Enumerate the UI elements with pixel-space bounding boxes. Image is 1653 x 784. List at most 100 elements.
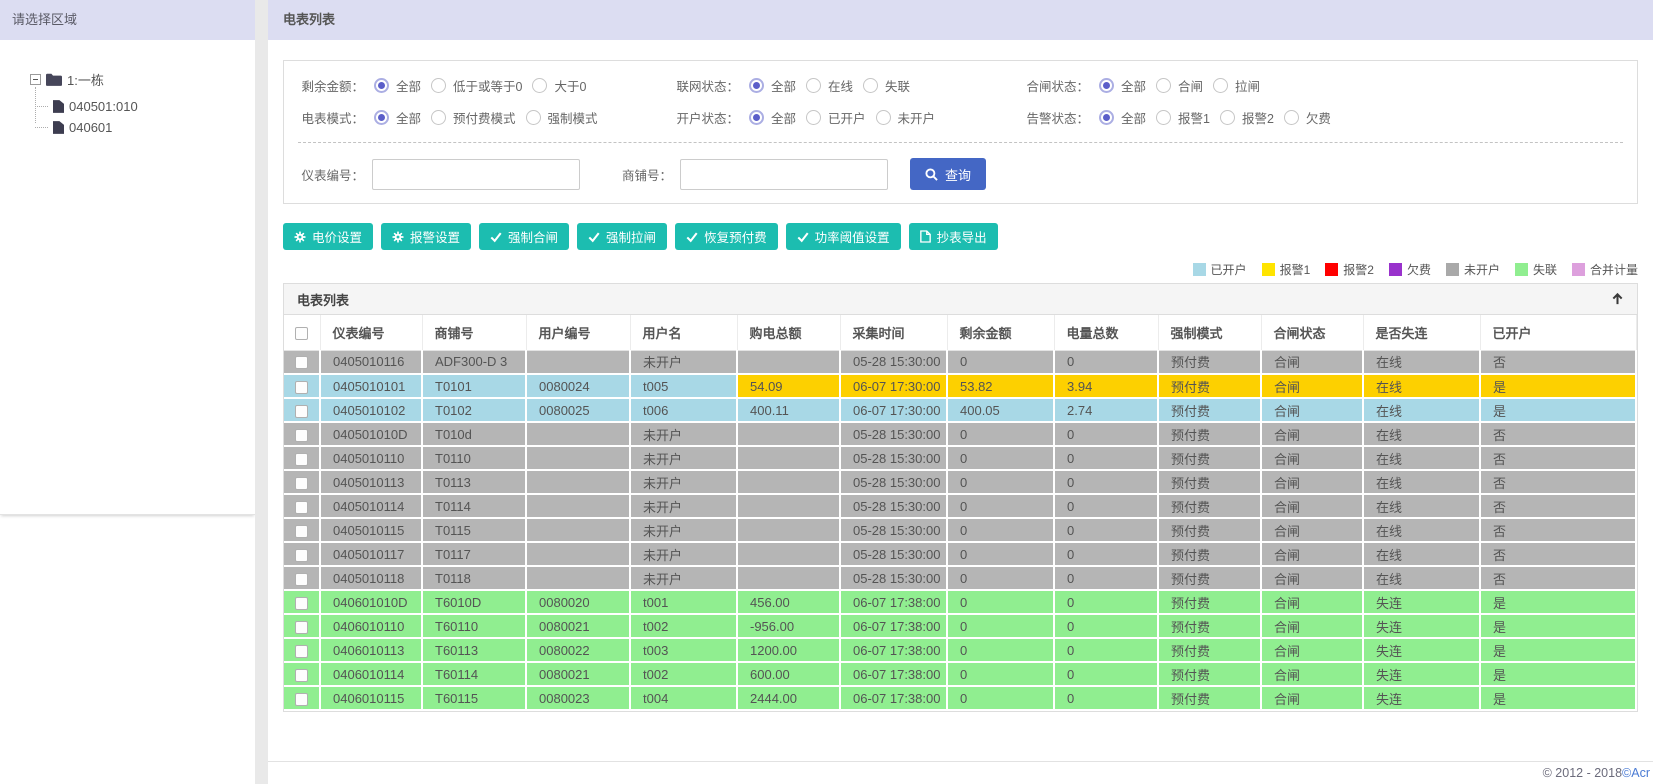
price-settings-button[interactable]: 电价设置 [283,223,374,250]
brand-link[interactable]: ©Acr [1622,766,1650,780]
query-button-label: 查询 [945,167,972,183]
radio-button-icon[interactable] [1156,110,1172,125]
restore-prepaid-button[interactable]: 恢复预付费 [675,223,778,250]
radio-button-icon[interactable] [1156,78,1172,93]
force-close-button[interactable]: 强制合闸 [479,223,570,250]
radio-option[interactable]: 欠费 [1283,108,1331,127]
check-icon [588,231,600,243]
radio-button-icon[interactable] [1213,78,1229,93]
tree-root-node[interactable]: 1:一栋 [30,70,255,89]
table-panel-header: 电表列表 [284,284,1637,315]
radio-button-icon[interactable] [525,110,541,125]
row-checkbox[interactable] [295,596,308,610]
radio-option[interactable]: 报警1 [1156,108,1210,127]
radio-button-icon[interactable] [374,78,389,93]
radio-option[interactable]: 合闸 [1156,76,1203,95]
radio-button-icon[interactable] [532,78,548,93]
table-cell: T6010D [422,590,527,615]
table-cell: 06-07 17:30:00 [840,374,948,399]
table-cell [737,470,841,495]
alarm-settings-button[interactable]: 报警设置 [381,223,472,250]
select-all-checkbox[interactable] [295,326,309,340]
radio-button-icon[interactable] [1283,110,1299,125]
radio-option[interactable]: 已开户 [806,108,866,127]
table-cell: 05-28 15:30:00 [840,470,948,495]
radio-button-icon[interactable] [431,78,447,93]
table-cell: 0 [947,494,1055,519]
radio-option[interactable]: 失联 [863,76,910,95]
tree-node-label[interactable]: 040601 [69,120,112,135]
radio-button-icon[interactable] [1099,78,1114,93]
query-button[interactable]: 查询 [910,158,987,190]
row-checkbox[interactable] [295,668,308,682]
tree-connector [35,127,48,128]
row-checkbox[interactable] [295,356,308,370]
tree-node[interactable]: 040501:010 [35,99,255,114]
radio-option[interactable]: 全部 [1099,108,1146,127]
tree-node[interactable]: 040601 [35,120,255,135]
table-cell: 在线 [1363,518,1481,543]
table-cell: 0080021 [526,662,631,687]
radio-option[interactable]: 强制模式 [525,108,598,127]
radio-option[interactable]: 全部 [749,108,796,127]
force-trip-button[interactable]: 强制拉闸 [577,223,668,250]
filter-group-remaining-amount: 剩余金额： 全部 低于或等于0 大于0 [284,76,659,95]
meter-no-input[interactable] [372,158,580,190]
row-checkbox[interactable] [295,620,308,634]
radio-option[interactable]: 预付费模式 [431,108,516,127]
row-checkbox[interactable] [295,572,308,586]
power-threshold-button[interactable]: 功率阈值设置 [785,223,901,250]
collapse-toggle-icon[interactable] [30,74,41,85]
row-checkbox[interactable] [295,548,308,562]
row-checkbox[interactable] [295,644,308,658]
tree-node-label[interactable]: 040501:010 [69,99,138,114]
radio-button-icon[interactable] [749,110,764,125]
radio-button-icon[interactable] [875,110,891,125]
table-cell: 合闸 [1261,566,1364,591]
row-checkbox[interactable] [295,404,308,418]
row-checkbox[interactable] [295,428,308,442]
radio-button-icon[interactable] [863,78,879,93]
radio-button-icon[interactable] [806,110,822,125]
table-cell: t002 [630,662,738,687]
legend-swatch [1192,263,1206,276]
radio-button-icon[interactable] [1099,110,1114,125]
row-checkbox[interactable] [295,692,308,706]
radio-option[interactable]: 全部 [749,76,796,95]
shop-no-input[interactable] [680,158,889,190]
radio-option[interactable]: 在线 [806,76,853,95]
radio-option-label: 失联 [885,80,911,94]
radio-button-icon[interactable] [806,78,822,93]
table-cell: 预付费 [1158,518,1262,543]
tree-connector [35,106,48,107]
tree-root-label[interactable]: 1:一栋 [67,70,104,89]
radio-option[interactable]: 报警2 [1219,108,1274,127]
radio-option[interactable]: 未开户 [875,108,935,127]
radio-option[interactable]: 低于或等于0 [431,76,522,95]
radio-button-icon[interactable] [431,110,447,125]
radio-option[interactable]: 大于0 [532,76,586,95]
file-icon [919,230,931,243]
filter-group-valve-status: 合闸状态： 全部 合闸 拉闸 [1009,76,1637,95]
radio-option[interactable]: 全部 [374,108,421,127]
row-checkbox[interactable] [295,452,308,466]
radio-option[interactable]: 全部 [1099,76,1146,95]
radio-button-icon[interactable] [1219,110,1235,125]
table-cell: 否 [1480,422,1637,447]
column-header: 电量总数 [1054,315,1159,351]
action-button-label: 电价设置 [312,231,363,245]
table-row: 040501010D T010d 未开户 05-28 15:30:00 0 0 预付费 合闸在… [284,422,1637,447]
row-checkbox[interactable] [295,524,308,538]
action-button-label: 功率阈值设置 [814,231,890,245]
meter-export-button[interactable]: 抄表导出 [908,223,998,250]
legend-item: 合并计量 [1571,261,1638,278]
legend-item: 报警1 [1261,261,1310,278]
radio-option[interactable]: 拉闸 [1213,76,1260,95]
row-checkbox[interactable] [295,500,308,514]
scroll-top-icon[interactable] [1611,292,1624,306]
row-checkbox[interactable] [295,380,308,394]
radio-button-icon[interactable] [374,110,389,125]
radio-button-icon[interactable] [749,78,764,93]
row-checkbox[interactable] [295,476,308,490]
radio-option[interactable]: 全部 [374,76,421,95]
